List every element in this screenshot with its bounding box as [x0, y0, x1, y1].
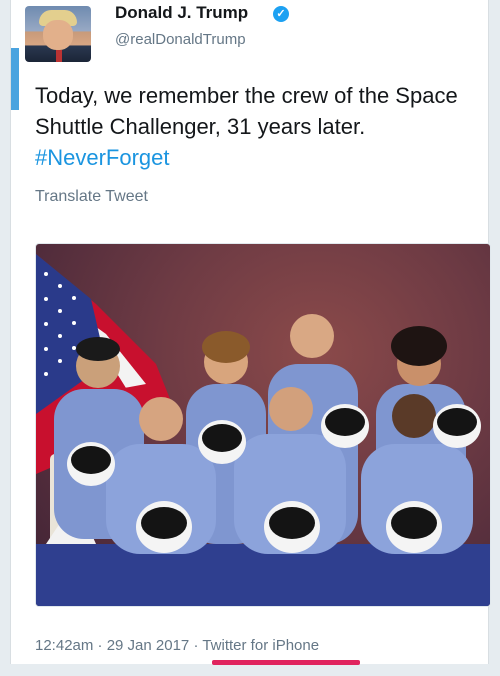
user-handle[interactable]: @realDonaldTrump	[115, 31, 246, 48]
scroll-accent-bar	[11, 48, 19, 110]
tweet-text: Today, we remember the crew of the Space…	[35, 80, 495, 173]
crew-photo-illustration	[36, 254, 490, 606]
avatar-face	[43, 20, 73, 50]
tweet-body: Today, we remember the crew of the Space…	[35, 83, 458, 139]
hashtag-link[interactable]: #NeverForget	[35, 142, 495, 173]
avatar-tie	[56, 50, 62, 62]
display-name[interactable]: Donald J. Trump	[115, 3, 248, 23]
verified-icon: ✓	[273, 6, 289, 22]
source-highlight-underline	[212, 660, 360, 665]
tweet-card: Donald J. Trump ✓ @realDonaldTrump Today…	[10, 0, 491, 665]
translate-tweet-link[interactable]: Translate Tweet	[35, 188, 148, 206]
source-link[interactable]: Twitter for iPhone	[202, 637, 319, 654]
avatar[interactable]	[25, 6, 91, 62]
timestamp-link[interactable]: 12:42am · 29 Jan 2017 ·	[35, 637, 202, 654]
tweet-meta: 12:42am · 29 Jan 2017 · Twitter for iPho…	[35, 637, 319, 654]
tweet-photo[interactable]	[35, 243, 491, 607]
